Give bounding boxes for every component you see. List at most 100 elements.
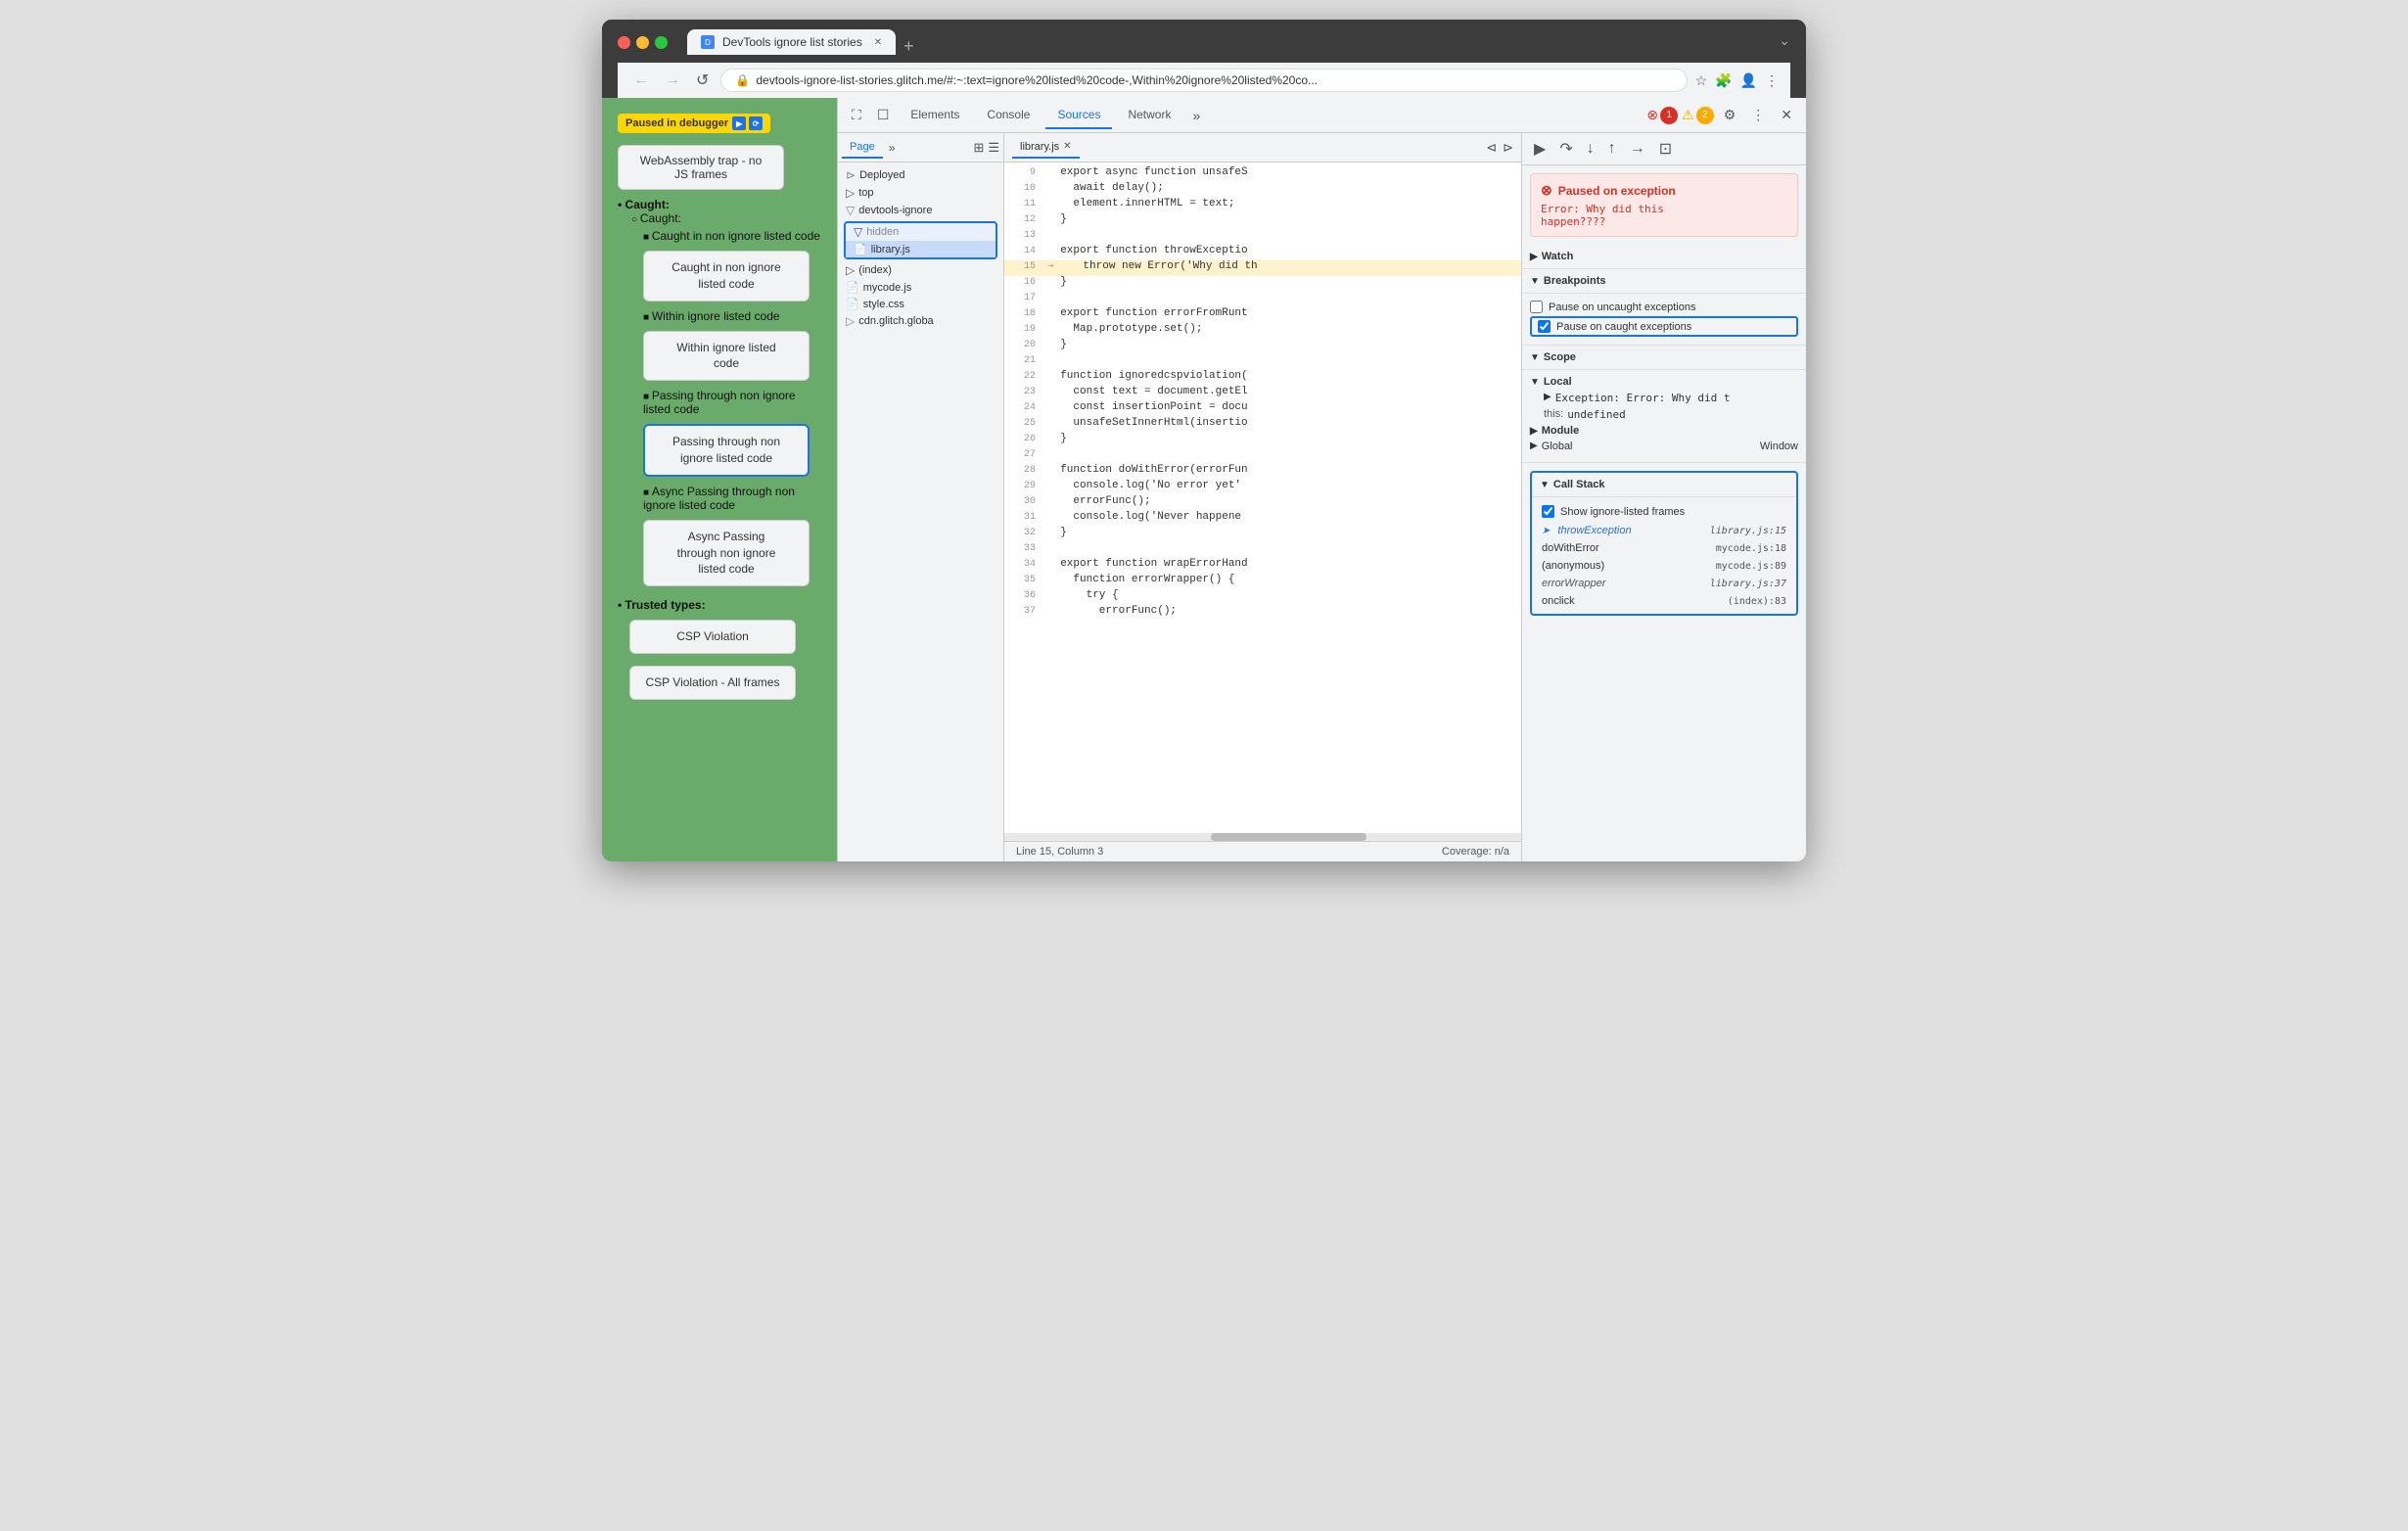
devtools-body: Page » ⊞ ☰ ⊳ Deployed ▷ (838, 133, 1806, 861)
url-bar[interactable]: 🔒 devtools-ignore-list-stories.glitch.me… (720, 69, 1687, 92)
refresh-button[interactable]: ↺ (692, 69, 713, 92)
top-label: top (858, 187, 873, 199)
call-stack-frame-1[interactable]: doWithError mycode.js:18 (1532, 539, 1796, 557)
code-line: 29 console.log('No error yet' (1004, 480, 1521, 495)
csp-violation-all-button[interactable]: CSP Violation - All frames (629, 666, 796, 700)
code-line: 33 (1004, 542, 1521, 558)
scope-label: Scope (1544, 351, 1576, 363)
forward-button[interactable]: → (661, 70, 684, 91)
lock-icon: 🔒 (735, 73, 750, 87)
cdn-item[interactable]: ▷ cdn.glitch.globa (838, 312, 1003, 330)
maximize-window-button[interactable] (655, 36, 668, 49)
page-tab[interactable]: Page (842, 137, 883, 159)
minimize-window-button[interactable] (636, 36, 649, 49)
step-into-button[interactable]: ↓ (1583, 138, 1598, 160)
tab-sources[interactable]: Sources (1045, 102, 1112, 129)
line-text: const text = document.getEl (1047, 386, 1248, 397)
async-passing-button[interactable]: Async Passingthrough non ignorelisted co… (643, 520, 810, 586)
passing-through-button[interactable]: Passing through nonignore listed code (643, 424, 810, 477)
resume-button[interactable]: ▶ (1530, 137, 1550, 161)
line-number: 9 (1008, 166, 1036, 178)
tab-overflow-button[interactable]: ⌄ (1779, 32, 1790, 55)
pause-uncaught-row: Pause on uncaught exceptions (1530, 298, 1798, 316)
code-tab-library[interactable]: library.js ✕ (1012, 137, 1080, 159)
caught-non-ignore-button[interactable]: Caught in non ignorelisted code (643, 251, 810, 302)
file-tree-more-button[interactable]: » (883, 137, 902, 159)
more-tabs-button[interactable]: » (1186, 104, 1206, 127)
call-stack-frame-3[interactable]: errorWrapper library.js:37 (1532, 575, 1796, 592)
code-scrollbar[interactable] (1004, 833, 1521, 841)
inspect-element-button[interactable]: ⛶ (846, 103, 867, 127)
module-scope-header[interactable]: ▶ Module (1530, 423, 1798, 439)
frame-loc-3: library.js:37 (1710, 579, 1786, 589)
call-stack-frame-2[interactable]: (anonymous) mycode.js:89 (1532, 557, 1796, 575)
deactivate-breakpoints-button[interactable]: ⊡ (1655, 137, 1676, 161)
top-icon: ▷ (846, 186, 855, 200)
mycode-item[interactable]: 📄 mycode.js (838, 279, 1003, 296)
new-tab-button[interactable]: + (898, 37, 920, 55)
resume-icon[interactable]: ▶ (732, 116, 746, 130)
tab-network[interactable]: Network (1116, 102, 1182, 129)
code-panel-left-icon[interactable]: ⊲ (1486, 140, 1497, 156)
within-ignore-button[interactable]: Within ignore listedcode (643, 331, 810, 382)
more-options-button[interactable]: ⋮ (1745, 103, 1771, 127)
step-out-button[interactable]: ↑ (1604, 138, 1620, 160)
tab-console[interactable]: Console (975, 102, 1042, 129)
code-content[interactable]: 9 export async function unsafeS10 await … (1004, 162, 1521, 833)
deployed-item[interactable]: ⊳ Deployed (838, 166, 1003, 184)
devtools-ignore-item[interactable]: ▽ devtools-ignore (838, 202, 1003, 219)
tab-elements[interactable]: Elements (899, 102, 971, 129)
code-scrollbar-thumb[interactable] (1211, 833, 1366, 841)
step-button[interactable]: → (1626, 138, 1649, 160)
code-coverage: Coverage: n/a (1442, 846, 1509, 858)
hidden-folder-item[interactable]: ▽ hidden (846, 223, 996, 241)
line-number: 29 (1008, 480, 1036, 491)
file-tree-icon-1[interactable]: ⊞ (973, 140, 984, 156)
line-number: 37 (1008, 605, 1036, 617)
code-line: 16 } (1004, 276, 1521, 292)
watch-section-header[interactable]: ▶ Watch (1522, 245, 1806, 269)
call-stack-frame-0[interactable]: ➤ throwException library.js:15 (1532, 522, 1796, 539)
step-over-button[interactable]: ↷ (1555, 137, 1576, 161)
code-editor: library.js ✕ ⊲ ⊳ 9 export async function… (1004, 133, 1522, 861)
code-panel-right-icon[interactable]: ⊳ (1503, 140, 1513, 156)
profile-icon[interactable]: 👤 (1740, 72, 1757, 89)
step-icon[interactable]: ⟳ (749, 116, 763, 130)
call-stack-frame-4[interactable]: onclick (index):83 (1532, 592, 1796, 610)
file-tree-icon-2[interactable]: ☰ (988, 140, 999, 156)
frame-fn-1: doWithError (1542, 542, 1708, 554)
line-text: function ignoredcspviolation( (1047, 370, 1248, 382)
index-item[interactable]: ▷ (index) (838, 261, 1003, 279)
line-text: const insertionPoint = docu (1047, 401, 1248, 413)
line-text: } (1047, 527, 1067, 538)
back-button[interactable]: ← (629, 70, 653, 91)
exception-scope-arrow: ▶ (1544, 392, 1551, 402)
line-text: function doWithError(errorFun (1047, 464, 1248, 476)
line-text: console.log('No error yet' (1047, 480, 1241, 491)
library-file-item[interactable]: 📄 library.js (846, 241, 996, 257)
csp-violation-button[interactable]: CSP Violation (629, 620, 796, 654)
file-tree-section: Page » ⊞ ☰ ⊳ Deployed ▷ (838, 133, 1004, 861)
browser-tab[interactable]: D DevTools ignore list stories ✕ (687, 29, 896, 55)
code-line: 25 unsafeSetInnerHtml(insertio (1004, 417, 1521, 433)
close-devtools-button[interactable]: ✕ (1775, 103, 1798, 127)
settings-button[interactable]: ⚙ (1718, 103, 1742, 127)
code-tab-close-button[interactable]: ✕ (1063, 141, 1071, 152)
menu-icon[interactable]: ⋮ (1765, 72, 1779, 89)
pause-caught-checkbox[interactable] (1538, 320, 1551, 333)
scope-section-header[interactable]: ▼ Scope (1522, 346, 1806, 370)
bookmark-icon[interactable]: ☆ (1695, 72, 1708, 89)
webassembly-button[interactable]: WebAssembly trap - no JS frames (618, 145, 784, 190)
tab-close-button[interactable]: ✕ (874, 37, 882, 48)
style-item[interactable]: 📄 style.css (838, 296, 1003, 312)
pause-uncaught-checkbox[interactable] (1530, 301, 1543, 313)
code-tab-bar: library.js ✕ ⊲ ⊳ (1004, 133, 1521, 162)
local-scope-header[interactable]: ▼ Local (1530, 374, 1798, 390)
breakpoints-section-header[interactable]: ▼ Breakpoints (1522, 269, 1806, 294)
device-mode-button[interactable]: ☐ (871, 103, 896, 127)
call-stack-header[interactable]: ▼ Call Stack (1532, 473, 1796, 497)
close-window-button[interactable] (618, 36, 630, 49)
top-item[interactable]: ▷ top (838, 184, 1003, 202)
show-ignore-frames-checkbox[interactable] (1542, 505, 1554, 518)
extension-icon[interactable]: 🧩 (1715, 72, 1732, 89)
